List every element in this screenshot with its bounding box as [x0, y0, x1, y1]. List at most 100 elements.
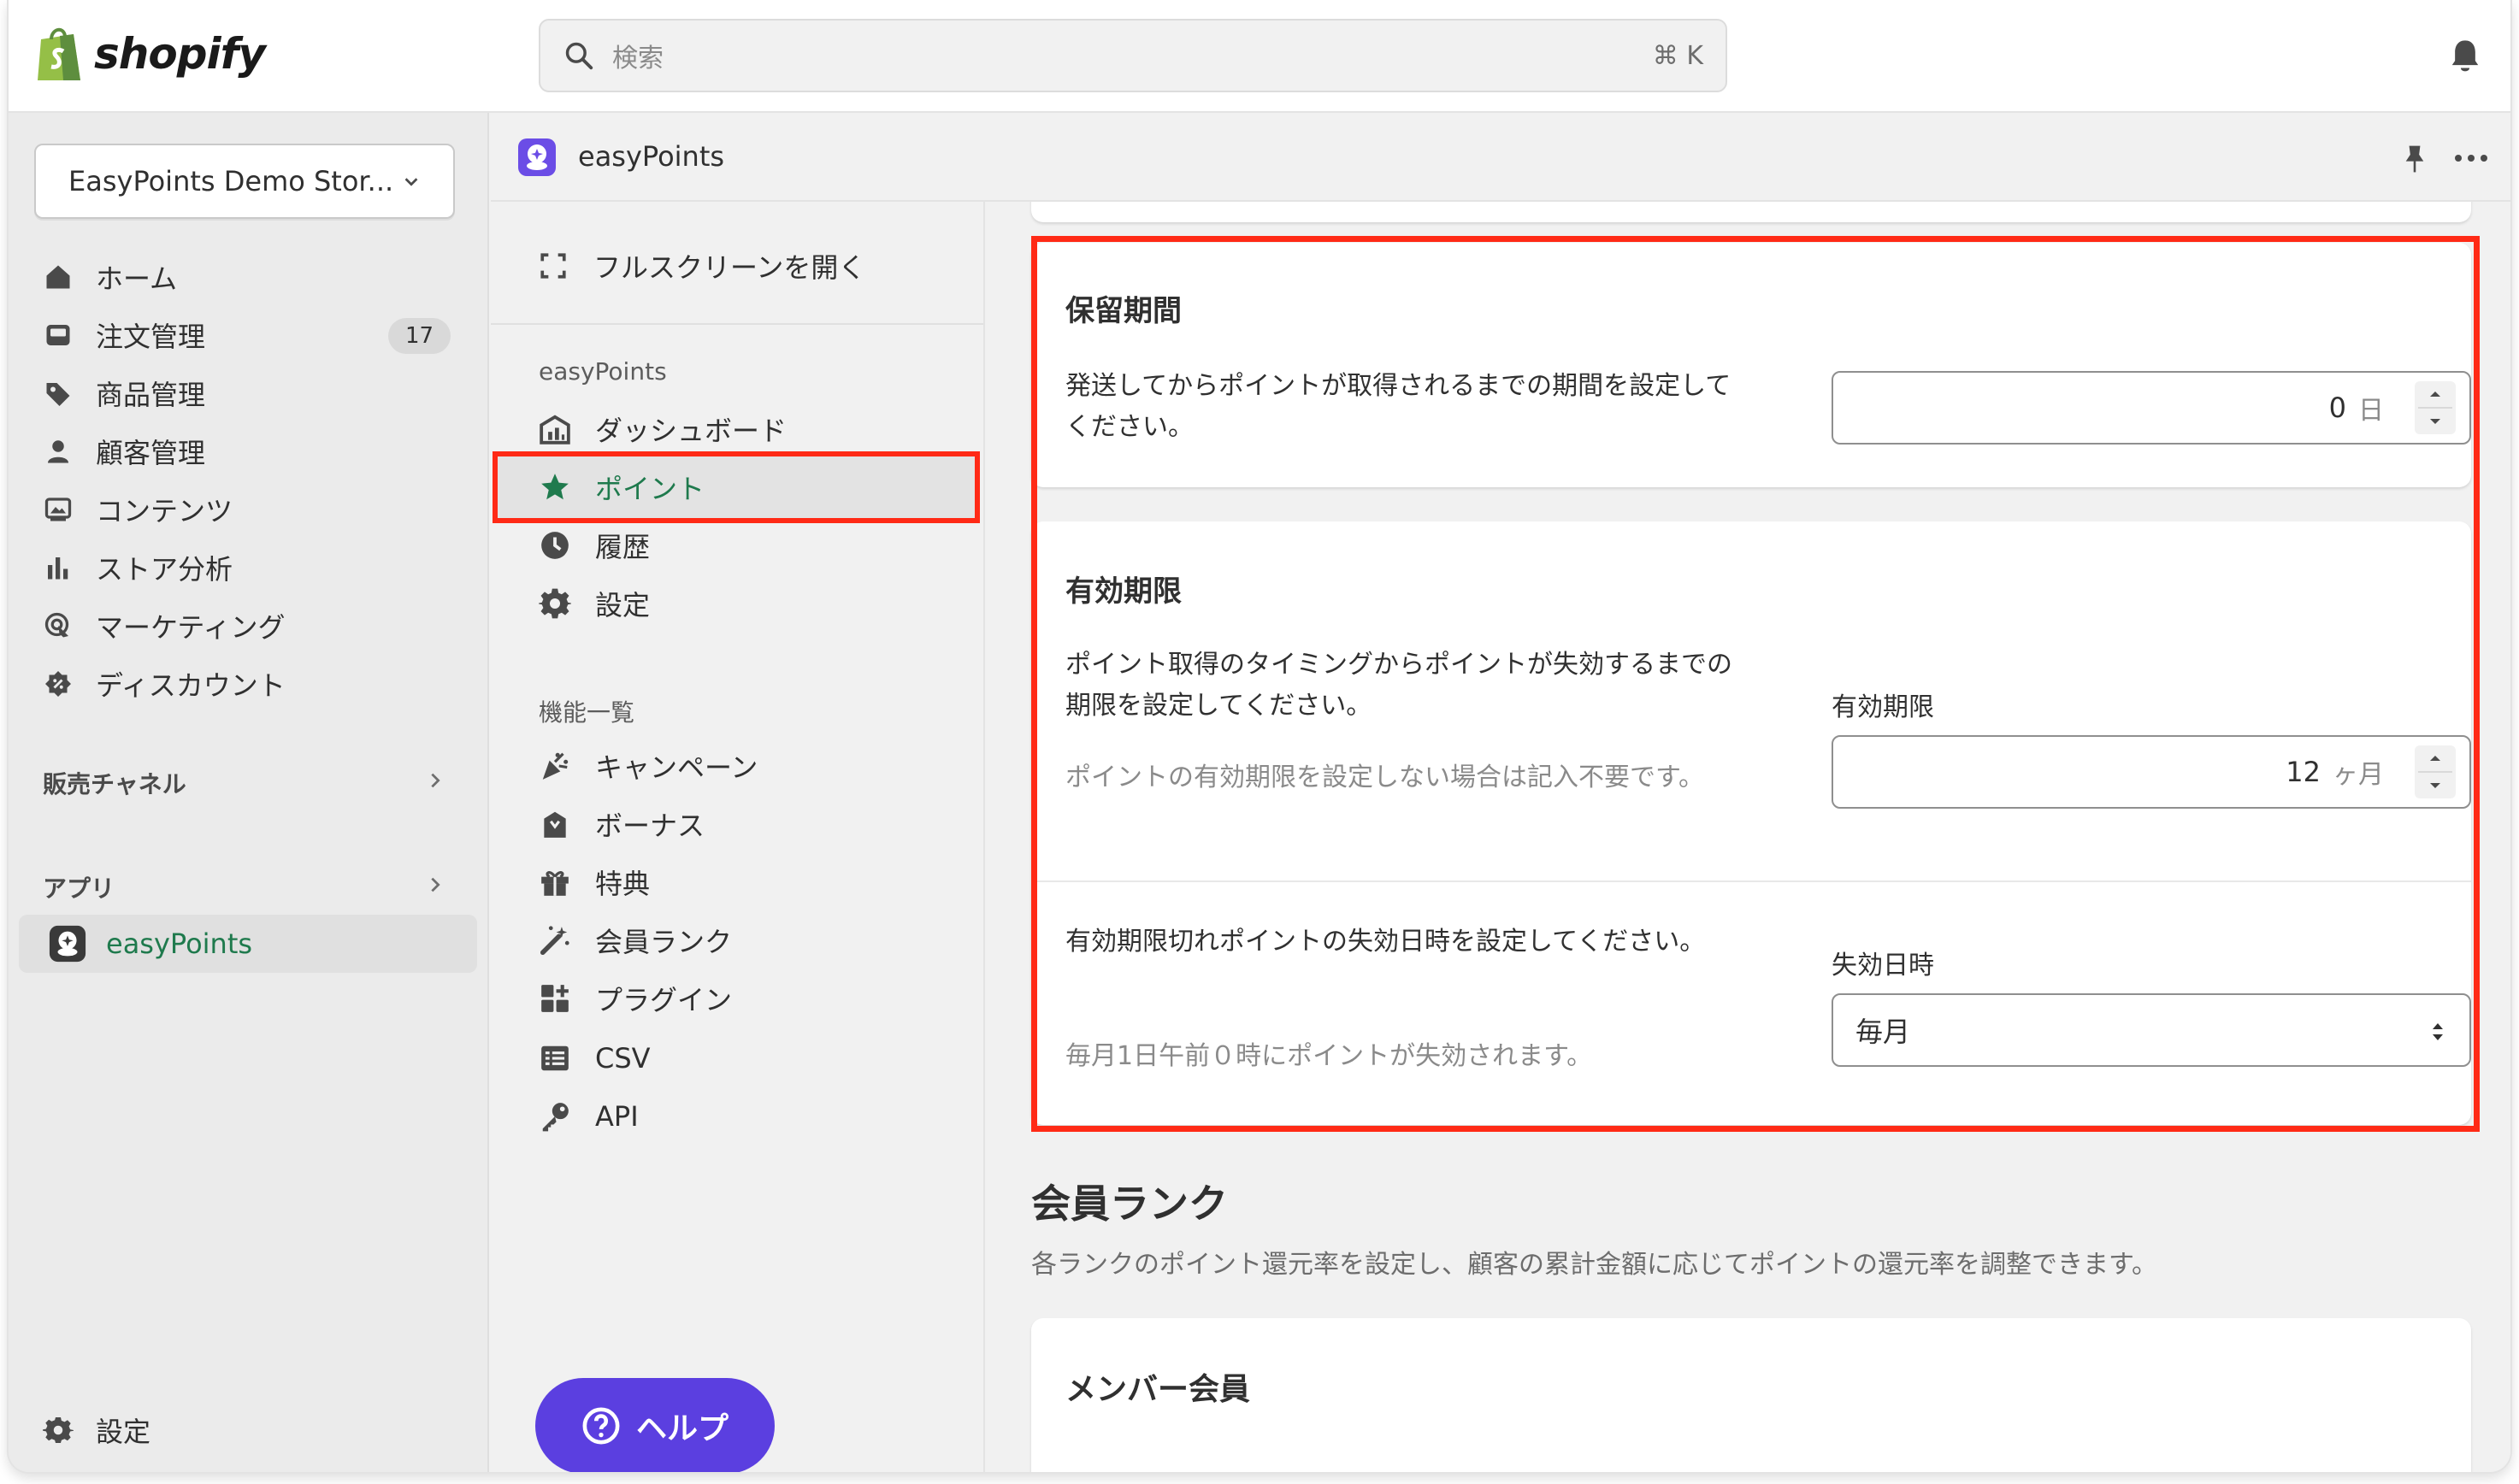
question-icon — [582, 1407, 620, 1445]
app-title: easyPoints — [578, 140, 725, 173]
sidebar-item-orders[interactable]: 注文管理 — [43, 311, 205, 359]
sidebar-item-marketing[interactable]: マーケティング — [43, 602, 285, 650]
orders-count-badge: 17 — [388, 318, 451, 354]
app-section-easypoints: easyPoints — [539, 357, 667, 386]
sidebar-item-label: ディスカウント — [96, 669, 286, 702]
sidebar-item-easypoints[interactable]: easyPoints — [19, 915, 477, 973]
sidebar-item-label: マーケティング — [96, 611, 286, 644]
app-nav-bonus[interactable]: ボーナス — [539, 800, 705, 848]
easypoints-app-icon — [518, 138, 556, 176]
app-nav-member-rank[interactable]: 会員ランク — [539, 916, 732, 964]
gift-icon — [541, 871, 569, 896]
fullscreen-icon — [540, 253, 566, 279]
app-navigation: フルスクリーンを開く easyPoints ダッシュボード ポイント 履歴 設定… — [491, 202, 985, 1472]
search-placeholder: 検索 — [612, 44, 664, 74]
sidebar-item-label: ストア分析 — [96, 553, 233, 586]
main-content: 保留期間 発送してからポイントが取得されるまでの期間を設定してください。 0 日… — [987, 202, 2510, 1472]
sidebar-item-customers[interactable]: 顧客管理 — [43, 427, 205, 475]
app-nav-label: キャンペーン — [595, 751, 758, 784]
search-icon — [565, 42, 593, 70]
sidebar-item-analytics[interactable]: ストア分析 — [43, 544, 233, 592]
help-label: ヘルプ — [635, 1411, 729, 1446]
sidebar-item-discounts[interactable]: ディスカウント — [43, 660, 286, 708]
sidebar-item-label: ホーム — [96, 262, 178, 295]
app-nav-label: ボーナス — [595, 810, 705, 842]
pin-icon[interactable] — [2401, 144, 2428, 174]
shopify-wordmark: shopify — [94, 29, 266, 79]
app-nav-csv[interactable]: CSV — [539, 1034, 651, 1082]
app-nav-label: ダッシュボード — [595, 415, 788, 447]
app-section-features: 機能一覧 — [539, 698, 635, 727]
app-nav-api[interactable]: API — [539, 1092, 639, 1140]
member-card-title: メンバー会員 — [1065, 1372, 1251, 1407]
sidebar-item-label: 顧客管理 — [96, 437, 206, 469]
sidebar: EasyPoints Demo Stor... ホーム 注文管理 17 商品管理… — [9, 113, 489, 1472]
dashboard-icon — [540, 415, 570, 445]
app-nav-label: 会員ランク — [595, 926, 733, 958]
shopify-logo[interactable]: shopify — [34, 24, 266, 84]
app-nav-dashboard[interactable]: ダッシュボード — [539, 405, 787, 453]
sidebar-item-label: easyPoints — [106, 928, 253, 960]
bell-icon[interactable] — [2447, 38, 2483, 75]
sidebar-item-settings[interactable]: 設定 — [43, 1410, 150, 1450]
help-button[interactable]: ヘルプ — [535, 1378, 775, 1472]
sidebar-item-home[interactable]: ホーム — [43, 253, 177, 301]
app-nav-settings[interactable]: 設定 — [539, 580, 650, 627]
gear-icon — [43, 1417, 74, 1443]
sidebar-item-label: 注文管理 — [96, 321, 206, 353]
home-icon — [46, 265, 70, 289]
chevron-right-icon[interactable] — [426, 875, 445, 894]
discount-icon — [45, 671, 71, 697]
magic-wand-icon — [540, 926, 569, 956]
target-icon — [44, 612, 69, 638]
highlight-box — [493, 451, 980, 523]
sidebar-item-label: 商品管理 — [96, 379, 206, 411]
previous-card — [1031, 202, 2471, 222]
app-nav-label: 履歴 — [595, 531, 651, 563]
app-nav-campaign[interactable]: キャンペーン — [539, 742, 758, 790]
member-rank-subtitle: 各ランクのポイント還元率を設定し、顧客の累計金額に応じてポイントの還元率を調整で… — [1031, 1250, 2157, 1280]
fullscreen-button[interactable]: フルスクリーンを開く — [539, 246, 865, 286]
top-bar: shopify 検索 ⌘ K — [9, 0, 2510, 113]
app-nav-benefits[interactable]: 特典 — [539, 858, 650, 906]
divider — [491, 323, 983, 325]
sidebar-item-content[interactable]: コンテンツ — [43, 486, 233, 533]
easypoints-app-icon — [49, 925, 86, 963]
app-nav-label: 設定 — [595, 589, 651, 621]
shopify-bag-icon — [38, 27, 80, 80]
tag-icon — [46, 383, 70, 406]
bar-chart-icon — [48, 557, 68, 580]
app-nav-label: プラグイン — [595, 984, 733, 1016]
apps-label: アプリ — [43, 874, 115, 903]
chevron-right-icon[interactable] — [426, 771, 445, 790]
list-icon — [541, 1045, 569, 1071]
member-rank-heading: 会員ランク — [1031, 1181, 1228, 1227]
app-nav-plugins[interactable]: プラグイン — [539, 975, 732, 1022]
sidebar-item-products[interactable]: 商品管理 — [43, 369, 205, 417]
store-name: EasyPoints Demo Stor... — [68, 165, 394, 197]
app-header: easyPoints — [491, 113, 2510, 202]
app-window: shopify 検索 ⌘ K EasyPoints Demo Stor... ホ… — [7, 0, 2512, 1474]
search-bar[interactable]: 検索 ⌘ K — [539, 19, 1727, 92]
app-nav-label: 特典 — [595, 868, 651, 900]
clock-icon — [541, 532, 569, 559]
more-actions-icon[interactable] — [2454, 154, 2488, 162]
sidebar-item-label: コンテンツ — [96, 495, 233, 527]
sidebar-item-label: 設定 — [96, 1416, 151, 1448]
person-icon — [48, 440, 68, 463]
fullscreen-label: フルスクリーンを開く — [593, 251, 866, 284]
confetti-icon — [542, 752, 569, 780]
gear-icon — [539, 588, 571, 619]
bag-icon — [544, 811, 566, 838]
store-selector[interactable]: EasyPoints Demo Stor... — [34, 144, 455, 219]
image-icon — [44, 498, 72, 521]
app-nav-history[interactable]: 履歴 — [539, 521, 650, 569]
chevron-down-icon — [404, 178, 418, 186]
member-card: メンバー会員 — [1031, 1318, 2471, 1472]
app-nav-label: API — [595, 1100, 639, 1133]
sales-channels-label: 販売チャネル — [43, 770, 186, 798]
search-shortcut: ⌘ K — [1652, 40, 1703, 71]
key-icon — [542, 1103, 569, 1132]
highlight-box — [1031, 236, 2480, 1132]
app-nav-label: CSV — [595, 1042, 651, 1075]
